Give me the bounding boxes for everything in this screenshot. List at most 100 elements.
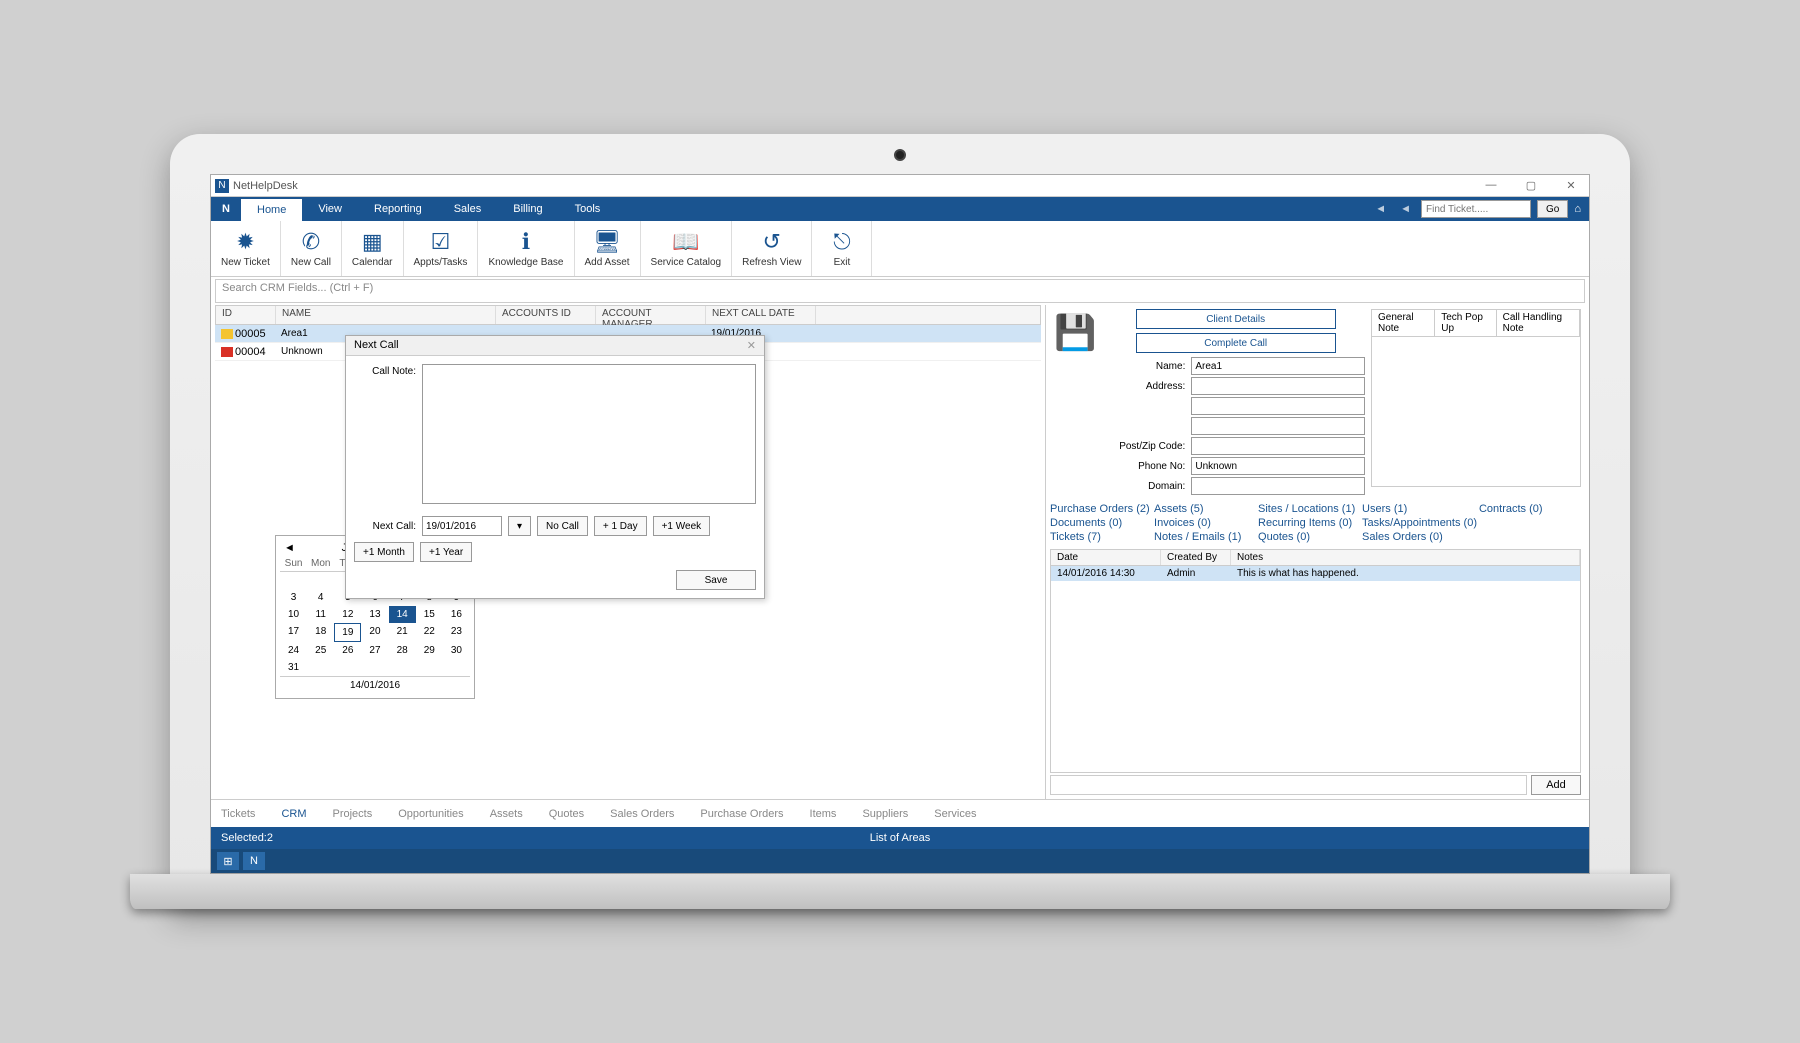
calendar-day[interactable]: 10 — [280, 606, 307, 623]
search-crm-input[interactable]: Search CRM Fields... (Ctrl + F) — [215, 279, 1585, 303]
bottom-tab[interactable]: Assets — [490, 808, 523, 820]
detail-link[interactable]: Assets (5) — [1154, 503, 1256, 515]
date-picker-button[interactable]: ▾ — [508, 516, 531, 536]
detail-link[interactable]: Documents (0) — [1050, 517, 1152, 529]
prev-month-icon[interactable]: ◄ — [284, 542, 295, 554]
client-details-button[interactable]: Client Details — [1136, 309, 1336, 329]
domain-input[interactable] — [1191, 477, 1365, 495]
save-button[interactable]: Save — [676, 570, 756, 590]
address-input-1[interactable] — [1191, 377, 1365, 395]
detail-link[interactable]: Quotes (0) — [1258, 531, 1360, 543]
name-input[interactable] — [1191, 357, 1365, 375]
menu-tab-billing[interactable]: Billing — [497, 197, 558, 221]
calendar-day[interactable]: 20 — [361, 623, 388, 642]
detail-link[interactable]: Tasks/Appointments (0) — [1362, 517, 1477, 529]
notes-row[interactable]: 14/01/2016 14:30 Admin This is what has … — [1051, 566, 1580, 581]
plus-1-day-button[interactable]: + 1 Day — [594, 516, 647, 536]
plus-1-month-button[interactable]: +1 Month — [354, 542, 414, 562]
calendar-day[interactable]: 22 — [416, 623, 443, 642]
bottom-tab[interactable]: CRM — [281, 808, 306, 820]
ribbon-new-call[interactable]: ✆New Call — [281, 221, 342, 276]
calendar-today-label[interactable]: 14/01/2016 — [280, 676, 470, 694]
plus-1-week-button[interactable]: +1 Week — [653, 516, 711, 536]
calendar-day[interactable]: 19 — [334, 623, 361, 642]
find-ticket-input[interactable] — [1421, 200, 1531, 218]
tab-general-note[interactable]: General Note — [1372, 310, 1435, 336]
menu-tab-tools[interactable]: Tools — [559, 197, 617, 221]
calendar-day[interactable]: 29 — [416, 642, 443, 659]
calendar-day[interactable]: 18 — [307, 623, 334, 642]
ribbon-refresh-view[interactable]: ↺Refresh View — [732, 221, 812, 276]
bottom-tab[interactable]: Services — [934, 808, 976, 820]
save-icon[interactable]: 💾 — [1050, 309, 1100, 497]
detail-link[interactable]: Notes / Emails (1) — [1154, 531, 1256, 543]
postzip-input[interactable] — [1191, 437, 1365, 455]
calendar-day[interactable]: 15 — [416, 606, 443, 623]
calendar-day[interactable]: 3 — [280, 589, 307, 606]
ribbon-appts-tasks[interactable]: ☑Appts/Tasks — [404, 221, 479, 276]
calendar-day[interactable]: 4 — [307, 589, 334, 606]
detail-link[interactable]: Sites / Locations (1) — [1258, 503, 1360, 515]
maximize-button[interactable]: ▢ — [1517, 179, 1545, 192]
tab-call-handling[interactable]: Call Handling Note — [1497, 310, 1580, 336]
calendar-day[interactable]: 28 — [389, 642, 416, 659]
add-note-button[interactable]: Add — [1531, 775, 1581, 795]
bottom-tab[interactable]: Sales Orders — [610, 808, 674, 820]
detail-link[interactable]: Sales Orders (0) — [1362, 531, 1477, 543]
calendar-day[interactable]: 31 — [280, 659, 307, 676]
calendar-day[interactable]: 30 — [443, 642, 470, 659]
nav-back-icon[interactable]: ◄ — [1371, 203, 1390, 215]
address-input-2[interactable] — [1191, 397, 1365, 415]
detail-link[interactable]: Recurring Items (0) — [1258, 517, 1360, 529]
detail-link[interactable]: Users (1) — [1362, 503, 1477, 515]
detail-link[interactable]: Purchase Orders (2) — [1050, 503, 1152, 515]
bottom-tab[interactable]: Opportunities — [398, 808, 463, 820]
detail-link[interactable]: Invoices (0) — [1154, 517, 1256, 529]
phone-input[interactable] — [1191, 457, 1365, 475]
detail-link[interactable]: Contracts (0) — [1479, 503, 1581, 515]
bottom-tab[interactable]: Quotes — [549, 808, 584, 820]
bottom-tab[interactable]: Tickets — [221, 808, 255, 820]
ribbon-knowledge-base[interactable]: ℹKnowledge Base — [478, 221, 574, 276]
plus-1-year-button[interactable]: +1 Year — [420, 542, 472, 562]
call-note-input[interactable] — [422, 364, 756, 504]
tab-tech-popup[interactable]: Tech Pop Up — [1435, 310, 1496, 336]
ribbon-calendar[interactable]: ▦Calendar — [342, 221, 404, 276]
ribbon-new-ticket[interactable]: ✹New Ticket — [211, 221, 281, 276]
start-button[interactable]: ⊞ — [217, 852, 239, 870]
new-note-input[interactable] — [1050, 775, 1527, 795]
calendar-day[interactable]: 16 — [443, 606, 470, 623]
ribbon-exit[interactable]: ⎋Exit — [812, 221, 872, 276]
menu-tab-home[interactable]: Home — [241, 197, 302, 221]
menu-logo[interactable]: N — [211, 197, 241, 221]
calendar-day[interactable]: 26 — [334, 642, 361, 659]
next-call-date-input[interactable] — [422, 516, 502, 536]
taskbar-app-icon[interactable]: N — [243, 852, 265, 870]
calendar-day[interactable]: 27 — [361, 642, 388, 659]
calendar-day[interactable]: 13 — [361, 606, 388, 623]
minimize-button[interactable]: — — [1477, 179, 1505, 192]
bottom-tab[interactable]: Purchase Orders — [700, 808, 783, 820]
ribbon-service-catalog[interactable]: 📖Service Catalog — [641, 221, 733, 276]
menu-tab-sales[interactable]: Sales — [438, 197, 498, 221]
note-textarea[interactable] — [1371, 337, 1581, 487]
bottom-tab[interactable]: Projects — [333, 808, 373, 820]
calendar-day[interactable]: 24 — [280, 642, 307, 659]
home-icon[interactable]: ⌂ — [1574, 203, 1581, 215]
complete-call-button[interactable]: Complete Call — [1136, 333, 1336, 353]
close-button[interactable]: ✕ — [1557, 179, 1585, 192]
calendar-day[interactable]: 23 — [443, 623, 470, 642]
calendar-day[interactable]: 14 — [389, 606, 416, 623]
close-icon[interactable]: ✕ — [747, 339, 756, 352]
calendar-day[interactable]: 11 — [307, 606, 334, 623]
ribbon-add-asset[interactable]: 🖥Add Asset — [575, 221, 641, 276]
calendar-day[interactable]: 17 — [280, 623, 307, 642]
go-button[interactable]: Go — [1537, 200, 1568, 218]
detail-link[interactable]: Tickets (7) — [1050, 531, 1152, 543]
calendar-day[interactable]: 21 — [389, 623, 416, 642]
menu-tab-view[interactable]: View — [302, 197, 358, 221]
nav-forward-icon[interactable]: ◄ — [1396, 203, 1415, 215]
menu-tab-reporting[interactable]: Reporting — [358, 197, 438, 221]
bottom-tab[interactable]: Suppliers — [862, 808, 908, 820]
address-input-3[interactable] — [1191, 417, 1365, 435]
